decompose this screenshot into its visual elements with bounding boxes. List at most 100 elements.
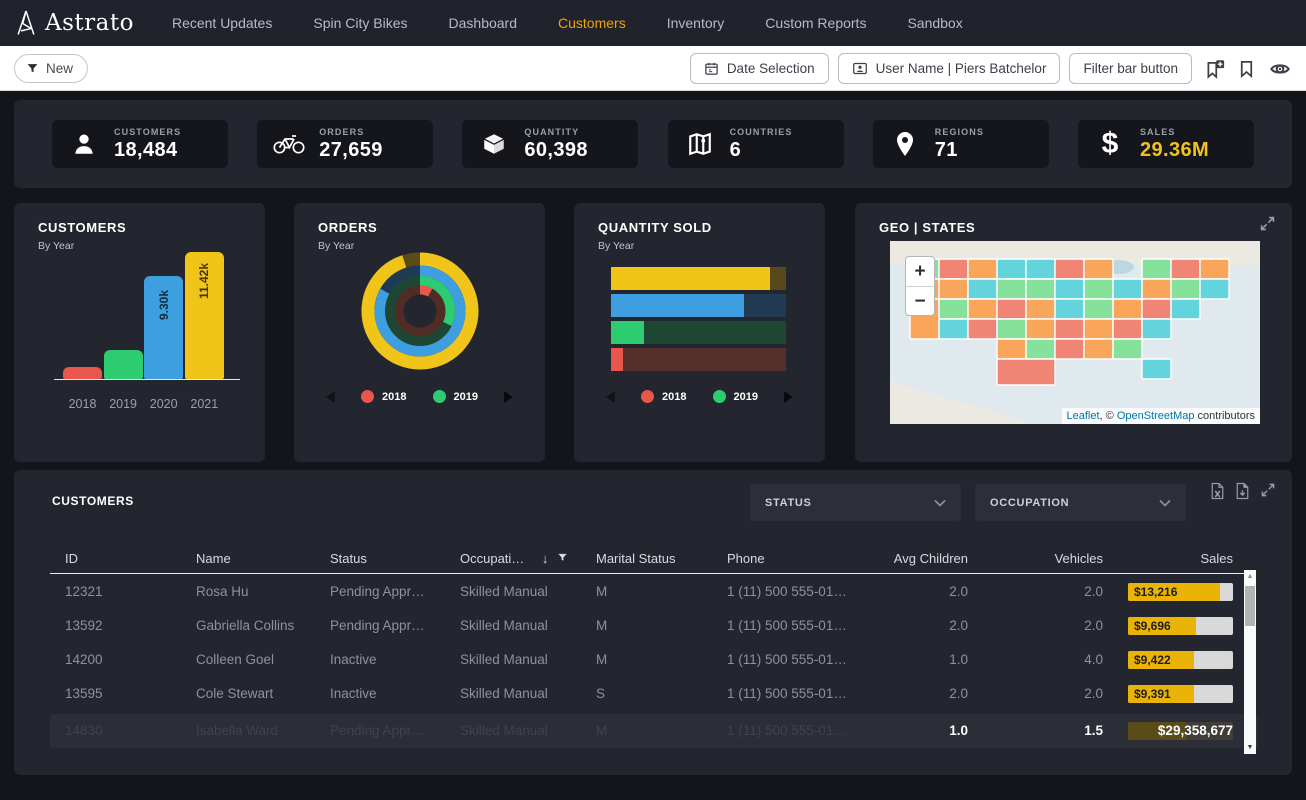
column-header-name[interactable]: Name [196,545,324,573]
state-VA[interactable] [1113,299,1142,319]
brand-logo[interactable]: Astrato [0,9,134,37]
legend-prev-arrow-icon[interactable] [606,391,615,403]
state-NE[interactable] [997,299,1026,319]
state-TN[interactable] [1055,319,1084,339]
legend-prev-arrow-icon[interactable] [326,391,335,403]
state-WV[interactable] [1084,299,1113,319]
state-CT[interactable] [1200,279,1229,299]
state-OH[interactable] [1113,279,1142,299]
state-MO[interactable] [1026,299,1055,319]
column-header-id[interactable]: ID [65,545,185,573]
state-KS[interactable] [997,319,1026,339]
state-KY[interactable] [1055,299,1084,319]
state-ID[interactable] [939,259,968,279]
state-LA[interactable] [1026,339,1055,359]
user-name-button[interactable]: User Name | Piers Batchelor [838,53,1061,84]
filter-bar-button[interactable]: Filter bar button [1069,53,1192,84]
hbar-2020[interactable] [611,294,786,317]
state-MS[interactable] [1055,339,1084,359]
legend-next-arrow-icon[interactable] [784,391,793,403]
column-header-marital[interactable]: Marital Status [596,545,716,573]
state-CO[interactable] [968,299,997,319]
state-PA[interactable] [1142,279,1171,299]
table-row[interactable]: 12321Rosa HuPending Appr…Skilled ManualM… [50,575,1258,609]
bookmark-add-icon[interactable] [1204,58,1225,80]
scroll-up-arrow[interactable]: ▲ [1244,573,1256,580]
state-SC[interactable] [1113,319,1142,339]
table-row[interactable]: 13595Cole StewartInactiveSkilled ManualS… [50,677,1258,711]
state-NC[interactable] [1084,319,1113,339]
bar-2018[interactable] [63,367,102,379]
zoom-in-button[interactable]: + [906,257,934,286]
state-ME[interactable] [1200,259,1229,279]
nav-item-custom-reports[interactable]: Custom Reports [765,15,866,31]
bookmark-icon[interactable] [1237,58,1256,80]
new-filter-button[interactable]: New [14,54,88,83]
scroll-down-arrow[interactable]: ▼ [1244,744,1256,751]
legend-item-2019[interactable]: 2019 [713,390,758,403]
hbar-2018[interactable] [611,348,786,371]
nav-item-recent-updates[interactable]: Recent Updates [172,15,272,31]
state-SD[interactable] [997,279,1026,299]
kpi-card-countries[interactable]: COUNTRIES6 [668,120,844,168]
legend-next-arrow-icon[interactable] [504,391,513,403]
state-UT[interactable] [939,299,968,319]
legend-item-2018[interactable]: 2018 [641,390,686,403]
state-IL[interactable] [1055,279,1084,299]
state-WI[interactable] [1055,259,1084,279]
state-AZ[interactable] [939,319,968,339]
column-header-vehicles[interactable]: Vehicles [983,545,1103,573]
expand-icon[interactable] [1260,482,1276,500]
zoom-out-button[interactable]: − [906,287,934,316]
sort-descending-icon[interactable]: ↓ [538,551,548,566]
hbar-2019[interactable] [611,321,786,344]
kpi-card-sales[interactable]: $SALES29.36M [1078,120,1254,168]
column-funnel-icon[interactable] [548,551,568,566]
state-WY[interactable] [968,279,997,299]
legend-item-2018[interactable]: 2018 [361,390,406,403]
column-header-status[interactable]: Status [330,545,452,573]
export-excel-icon[interactable] [1210,482,1225,500]
table-scrollbar[interactable]: ▲ ▼ [1244,570,1256,754]
leaflet-map[interactable]: + − Leaflet, © OpenStreetMap contributor… [890,241,1260,424]
nav-item-dashboard[interactable]: Dashboard [449,15,518,31]
state-MA[interactable] [1171,279,1200,299]
state-NM[interactable] [968,319,997,339]
bar-2019[interactable] [104,350,143,379]
state-DE[interactable] [1142,319,1171,339]
state-MN[interactable] [1026,259,1055,279]
state-AR[interactable] [1026,319,1055,339]
scrollbar-thumb[interactable] [1245,586,1255,626]
openstreetmap-link[interactable]: OpenStreetMap [1117,410,1195,422]
state-FL[interactable] [1142,359,1171,379]
kpi-card-orders[interactable]: ORDERS27,659 [257,120,433,168]
state-MI[interactable] [1084,259,1113,279]
state-GA[interactable] [1113,339,1142,359]
state-AL[interactable] [1084,339,1113,359]
kpi-card-regions[interactable]: REGIONS71 [873,120,1049,168]
table-row[interactable]: 13592Gabriella CollinsPending Appr…Skill… [50,609,1258,643]
state-MT[interactable] [968,259,997,279]
status-filter-dropdown[interactable]: STATUS [750,484,961,521]
state-IA[interactable] [1026,279,1055,299]
date-selection-button[interactable]: Date Selection [690,53,829,84]
nav-item-sandbox[interactable]: Sandbox [907,15,962,31]
occupation-filter-dropdown[interactable]: OCCUPATION [975,484,1186,521]
bar-2020[interactable]: 9.30k [144,276,183,379]
state-IN[interactable] [1084,279,1113,299]
kpi-card-quantity[interactable]: QUANTITY60,398 [462,120,638,168]
nav-item-spin-city-bikes[interactable]: Spin City Bikes [313,15,407,31]
state-VT[interactable] [1171,259,1200,279]
state-NY[interactable] [1142,259,1171,279]
expand-icon[interactable] [1259,215,1276,237]
state-ND[interactable] [997,259,1026,279]
column-header-avg_children[interactable]: Avg Children [848,545,968,573]
state-TX[interactable] [997,359,1055,385]
table-row[interactable]: 14200Colleen GoelInactiveSkilled ManualM… [50,643,1258,677]
column-header-sales[interactable]: Sales [1113,545,1233,573]
bar-2021[interactable]: 11.42k [185,252,224,379]
kpi-card-customers[interactable]: CUSTOMERS18,484 [52,120,228,168]
nav-item-customers[interactable]: Customers [558,15,626,31]
nav-item-inventory[interactable]: Inventory [667,15,725,31]
state-OK[interactable] [997,339,1026,359]
